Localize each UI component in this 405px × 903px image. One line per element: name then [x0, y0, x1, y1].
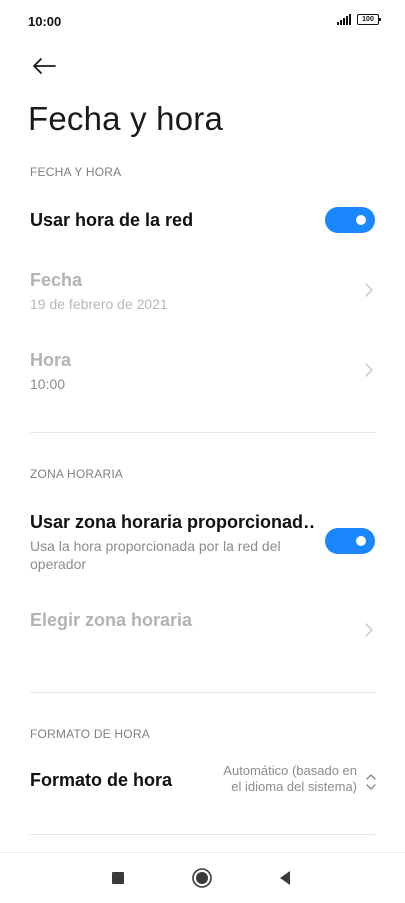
- section-header-time-format: FORMATO DE HORA: [30, 727, 150, 741]
- navigation-bar: [0, 852, 405, 903]
- choose-zone-label: Elegir zona horaria: [30, 610, 193, 630]
- battery-icon: 100: [357, 14, 381, 25]
- section-header-time-zone: ZONA HORARIA: [30, 467, 124, 481]
- date-row[interactable]: Fecha 19 de febrero de 2021: [0, 270, 405, 314]
- chevron-right-icon: [365, 283, 373, 297]
- triangle-icon: [280, 871, 290, 885]
- square-icon: [112, 872, 124, 884]
- recents-button[interactable]: [107, 867, 129, 889]
- network-zone-description: Usa la hora proporcionada por la red del…: [30, 538, 281, 572]
- chevron-right-icon: [365, 623, 373, 637]
- time-label: Hora: [30, 350, 72, 370]
- toggle-knob: [356, 215, 366, 225]
- signal-icon: [337, 14, 351, 25]
- toggle-knob: [356, 536, 366, 546]
- up-down-chevron-icon[interactable]: [365, 772, 377, 792]
- choose-zone-row[interactable]: Elegir zona horaria: [0, 610, 405, 650]
- network-time-label: Usar hora de la red: [30, 210, 194, 230]
- circle-icon: [192, 868, 212, 888]
- chevron-right-icon: [365, 363, 373, 377]
- back-button[interactable]: [28, 50, 60, 82]
- home-button[interactable]: [191, 867, 213, 889]
- date-value: 19 de febrero de 2021: [30, 296, 168, 312]
- page-title: Fecha y hora: [28, 100, 224, 137]
- date-label: Fecha: [30, 270, 83, 290]
- divider: [30, 692, 375, 693]
- divider: [30, 834, 375, 835]
- status-icons: 100: [337, 14, 381, 25]
- status-time: 10:00: [28, 14, 62, 29]
- network-time-toggle[interactable]: [325, 207, 375, 233]
- time-value: 10:00: [30, 376, 66, 392]
- network-zone-toggle[interactable]: [325, 528, 375, 554]
- divider: [30, 432, 375, 433]
- network-zone-label: Usar zona horaria proporcionad…: [30, 512, 315, 532]
- section-header-date-time: FECHA Y HORA: [30, 165, 122, 179]
- time-row[interactable]: Hora 10:00: [0, 350, 405, 394]
- status-bar: 10:00 100: [0, 0, 405, 44]
- time-format-value[interactable]: Automático (basado en el idioma del sist…: [217, 763, 357, 803]
- back-nav-button[interactable]: [274, 867, 296, 889]
- back-arrow-icon: [33, 58, 56, 74]
